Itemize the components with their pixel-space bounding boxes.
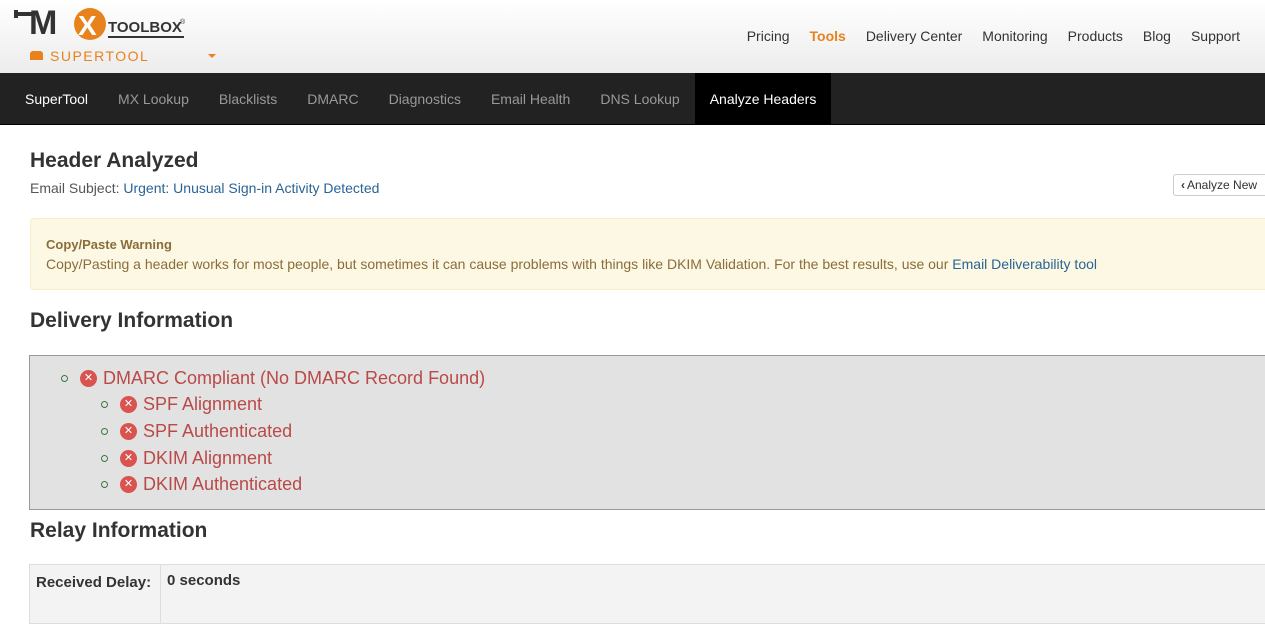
tab-diagnostics[interactable]: Diagnostics — [374, 73, 476, 125]
email-deliverability-link[interactable]: Email Deliverability tool — [952, 256, 1097, 272]
analyze-new-button[interactable]: ‹ Analyze New — [1173, 174, 1265, 196]
chevron-left-icon: ‹ — [1181, 178, 1185, 192]
received-delay-value: 0 seconds — [167, 572, 241, 589]
list-item: ✕ DKIM Alignment — [101, 448, 272, 469]
delivery-information-heading: Delivery Information — [30, 309, 234, 332]
page-title: Header Analyzed — [30, 149, 199, 172]
email-subject: Email Subject: Urgent: Unusual Sign-in A… — [30, 180, 379, 196]
tab-mx-lookup[interactable]: MX Lookup — [103, 73, 204, 125]
fail-icon: ✕ — [80, 370, 97, 387]
delivery-panel: ✕ DMARC Compliant (No DMARC Record Found… — [29, 355, 1265, 510]
bullet-icon — [101, 455, 108, 462]
list-item: ✕ DMARC Compliant (No DMARC Record Found… — [61, 368, 485, 389]
nav-delivery-center[interactable]: Delivery Center — [856, 27, 972, 45]
nav-tools[interactable]: Tools — [800, 27, 856, 45]
tab-email-health[interactable]: Email Health — [476, 73, 585, 125]
svg-text:M: M — [29, 4, 57, 42]
nav-support[interactable]: Support — [1181, 27, 1250, 45]
subject-value: Urgent: Unusual Sign-in Activity Detecte… — [123, 180, 380, 196]
list-item: ✕ DKIM Authenticated — [101, 474, 302, 495]
relay-information-heading: Relay Information — [30, 519, 208, 542]
svg-text:X: X — [78, 10, 97, 41]
fail-icon: ✕ — [120, 476, 137, 493]
nav-products[interactable]: Products — [1058, 27, 1133, 45]
list-item: ✕ SPF Authenticated — [101, 421, 292, 442]
fail-icon: ✕ — [120, 423, 137, 440]
fail-icon: ✕ — [120, 450, 137, 467]
tab-supertool[interactable]: SuperTool — [0, 73, 103, 125]
bullet-icon — [101, 428, 108, 435]
top-header: M X TOOLBOX ® SUPERTOOL Pricing Tools De… — [0, 0, 1265, 73]
bullet-icon — [101, 401, 108, 408]
bullet-icon — [61, 375, 68, 382]
subject-label: Email Subject: — [30, 180, 120, 196]
supertool-icon — [30, 51, 43, 60]
tab-blacklists[interactable]: Blacklists — [204, 73, 292, 125]
caret-down-icon — [208, 54, 216, 58]
nav-monitoring[interactable]: Monitoring — [972, 27, 1057, 45]
warning-title: Copy/Paste Warning — [46, 237, 172, 252]
mxtoolbox-logo[interactable]: M X TOOLBOX ® — [14, 2, 194, 42]
nav-pricing[interactable]: Pricing — [737, 27, 800, 45]
fail-icon: ✕ — [120, 396, 137, 413]
nav-blog[interactable]: Blog — [1133, 27, 1181, 45]
bullet-icon — [101, 481, 108, 488]
svg-text:TOOLBOX: TOOLBOX — [108, 19, 182, 36]
tab-analyze-headers[interactable]: Analyze Headers — [694, 73, 832, 125]
list-item: ✕ SPF Alignment — [101, 394, 262, 415]
warning-text: Copy/Pasting a header works for most peo… — [46, 256, 1097, 272]
copy-paste-warning: Copy/Paste Warning Copy/Pasting a header… — [30, 218, 1265, 290]
svg-text:®: ® — [180, 18, 186, 26]
top-nav: Pricing Tools Delivery Center Monitoring… — [737, 27, 1250, 45]
relay-table: Received Delay: 0 seconds — [29, 564, 1265, 624]
tool-nav: SuperTool MX Lookup Blacklists DMARC Dia… — [0, 73, 1265, 125]
tab-dns-lookup[interactable]: DNS Lookup — [585, 73, 694, 125]
supertool-dropdown[interactable]: SUPERTOOL — [30, 48, 216, 64]
received-delay-label: Received Delay: — [30, 565, 161, 623]
tab-dmarc[interactable]: DMARC — [292, 73, 373, 125]
